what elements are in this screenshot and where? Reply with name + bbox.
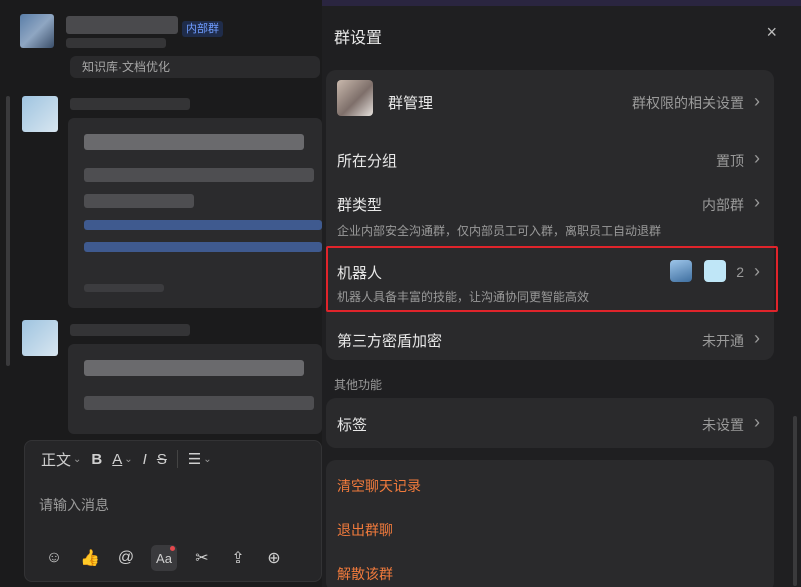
chevron-down-icon: ⌄: [124, 453, 133, 465]
panel-title: 群设置: [334, 30, 383, 47]
blurred-line: [84, 134, 304, 150]
bot-avatar-1[interactable]: [670, 260, 692, 282]
message-composer: 正文 ⌄ B A ⌄ I S ☰ ⌄ 请输入消息 ☺ 👍 @ Aa ✂ ⇪ ⊕: [24, 440, 322, 582]
text-style-label: 正文: [41, 451, 72, 469]
font-color-button[interactable]: A ⌄: [112, 451, 132, 468]
encryption-row[interactable]: 第三方密盾加密 未开通 ›: [326, 318, 774, 360]
tag-row[interactable]: 标签 未设置 ›: [326, 398, 774, 448]
italic-button[interactable]: I: [143, 451, 147, 468]
row-value: 群权限的相关设置: [632, 95, 744, 111]
composer-actions: ☺ 👍 @ Aa ✂ ⇪ ⊕: [43, 545, 285, 571]
text-style-dropdown[interactable]: 正文 ⌄: [41, 449, 81, 470]
text-format-button[interactable]: Aa: [151, 545, 177, 571]
close-icon[interactable]: ×: [766, 22, 777, 43]
chevron-right-icon: ›: [754, 91, 760, 111]
settings-card-tag: 标签 未设置 ›: [326, 398, 774, 448]
list-icon: ☰: [187, 451, 202, 468]
format-toolbar: 正文 ⌄ B A ⌄ I S ☰ ⌄: [25, 441, 323, 477]
message-avatar[interactable]: [22, 320, 58, 356]
chat-name-blurred: [66, 16, 178, 34]
chevron-right-icon: ›: [754, 328, 760, 348]
message-bubble: [68, 344, 322, 434]
chevron-right-icon: ›: [754, 192, 760, 212]
chevron-down-icon: ⌄: [73, 453, 82, 465]
bot-avatar-2[interactable]: [704, 260, 726, 282]
font-color-icon: A: [112, 450, 123, 468]
blurred-line: [84, 168, 314, 182]
blurred-line: [84, 194, 194, 208]
settings-card-main: 群管理 群权限的相关设置 › 所在分组 置顶 › 群类型 内部群 › 企业内部安…: [326, 70, 774, 360]
message-avatar[interactable]: [22, 96, 58, 132]
row-label: 群管理: [388, 95, 434, 112]
message-input[interactable]: 请输入消息: [39, 495, 109, 515]
scissors-icon[interactable]: ✂: [191, 547, 213, 569]
list-button[interactable]: ☰ ⌄: [188, 450, 212, 468]
row-label: 第三方密盾加密: [337, 333, 443, 350]
row-label: 所在分组: [337, 153, 398, 170]
aa-label: Aa: [156, 550, 172, 566]
clear-history-button[interactable]: 清空聊天记录: [337, 476, 421, 496]
blurred-line: [84, 396, 314, 410]
internal-group-tag: 内部群: [182, 21, 223, 37]
row-value: 置顶: [716, 153, 744, 169]
chat-avatar[interactable]: [20, 14, 54, 48]
group-type-row[interactable]: 群类型 内部群 › 企业内部安全沟通群，仅内部员工可入群，离职员工自动退群: [326, 182, 774, 244]
chevron-right-icon: ›: [754, 148, 760, 168]
group-folder-row[interactable]: 所在分组 置顶 ›: [326, 136, 774, 180]
notification-dot: [170, 546, 175, 551]
row-value: 内部群: [702, 197, 744, 213]
message-sender-blurred: [70, 324, 190, 336]
chevron-down-icon: ⌄: [203, 453, 212, 465]
dissolve-group-button[interactable]: 解散该群: [337, 564, 393, 584]
add-icon[interactable]: ⊕: [263, 547, 285, 569]
app-root: 内部群 知识库·文档优化 正文 ⌄ B A ⌄ I S ☰ ⌄ 请输入消息 ☺ …: [0, 0, 801, 587]
knowledge-base-chip[interactable]: 知识库·文档优化: [70, 56, 320, 78]
group-settings-panel: 群设置 × 群管理 群权限的相关设置 › 所在分组 置顶 › 群类型 内部群 ›…: [322, 6, 801, 587]
row-label: 群类型: [337, 197, 383, 214]
section-label-other: 其他功能: [334, 378, 383, 392]
chevron-right-icon: ›: [754, 412, 760, 432]
message-sender-blurred: [70, 98, 190, 110]
blurred-line: [84, 360, 304, 376]
thumbs-up-icon[interactable]: 👍: [79, 547, 101, 569]
strikethrough-button[interactable]: S: [157, 451, 167, 468]
row-label: 标签: [337, 417, 368, 434]
row-value: 未开通: [702, 333, 744, 349]
group-avatar: [337, 80, 373, 116]
blurred-line: [84, 284, 164, 292]
settings-card-danger: 清空聊天记录 退出群聊 解散该群: [326, 460, 774, 587]
panel-scrollbar[interactable]: [793, 416, 797, 586]
chat-pane: 内部群 知识库·文档优化 正文 ⌄ B A ⌄ I S ☰ ⌄ 请输入消息 ☺ …: [0, 0, 322, 587]
row-value: 未设置: [702, 417, 744, 433]
leave-group-button[interactable]: 退出群聊: [337, 520, 393, 540]
chat-sub-blurred: [66, 38, 166, 48]
bold-button[interactable]: B: [91, 451, 102, 468]
group-manage-row[interactable]: 群管理 群权限的相关设置 ›: [326, 70, 774, 130]
message-bubble: [68, 118, 322, 308]
blurred-link-line: [84, 220, 322, 230]
blurred-link-line: [84, 242, 322, 252]
row-description: 企业内部安全沟通群，仅内部员工可入群，离职员工自动退群: [337, 224, 662, 238]
mention-icon[interactable]: @: [115, 547, 137, 569]
upload-icon[interactable]: ⇪: [227, 547, 249, 569]
chat-scrollbar[interactable]: [6, 96, 10, 366]
emoji-icon[interactable]: ☺: [43, 547, 65, 569]
toolbar-divider: [176, 450, 178, 468]
chat-header: 内部群: [0, 6, 322, 54]
